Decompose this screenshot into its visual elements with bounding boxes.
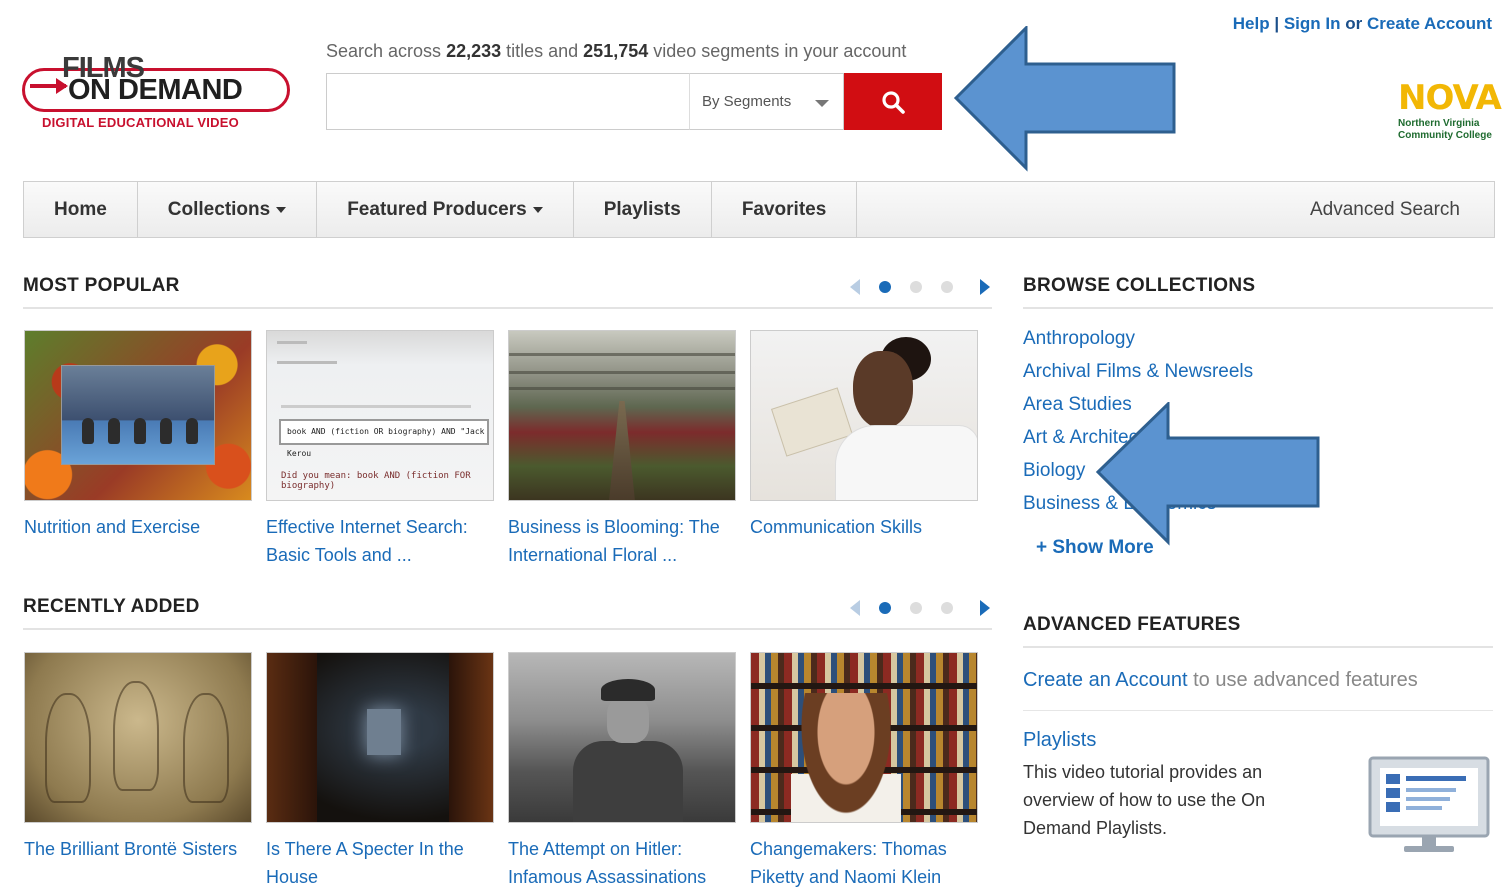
search-button[interactable] — [844, 73, 942, 130]
collection-link-anthropology[interactable]: Anthropology — [1023, 328, 1135, 350]
nav-favorites[interactable]: Favorites — [712, 182, 858, 237]
pager-dot[interactable] — [941, 602, 953, 614]
advanced-features-title: ADVANCED FEATURES — [1023, 614, 1241, 635]
pager-dot[interactable] — [941, 281, 953, 293]
help-link[interactable]: Help — [1233, 14, 1270, 33]
search-scope-select[interactable]: By Segments — [689, 73, 844, 130]
video-card[interactable]: The Brilliant Brontë Sisters — [24, 652, 252, 863]
search-icon — [882, 91, 905, 114]
video-card[interactable]: Changemakers: Thomas Piketty and Naomi K… — [750, 652, 978, 889]
logo-tagline: DIGITAL EDUCATIONAL VIDEO — [42, 115, 239, 130]
video-title[interactable]: Is There A Specter In the House — [266, 835, 494, 889]
main-nav: Home Collections Featured Producers Play… — [23, 181, 1495, 238]
caret-down-icon — [532, 206, 543, 213]
create-account-link[interactable]: Create Account — [1367, 14, 1492, 33]
thumb-search-text: book AND (fiction OR biography) AND "Jac… — [279, 419, 489, 458]
sign-in-link[interactable]: Sign In — [1284, 14, 1341, 33]
yoga-scene — [61, 365, 215, 465]
search-input[interactable] — [327, 74, 689, 129]
video-card[interactable]: book AND (fiction OR biography) AND "Jac… — [266, 330, 494, 569]
video-card[interactable]: The Attempt on Hitler: Infamous Assassin… — [508, 652, 736, 889]
institution-name: NOVA — [1398, 78, 1502, 118]
video-thumbnail[interactable] — [24, 330, 252, 501]
video-card[interactable]: Communication Skills — [750, 330, 978, 541]
arrow-left-icon — [953, 26, 1176, 172]
video-title[interactable]: Effective Internet Search: Basic Tools a… — [266, 513, 494, 569]
logo-arrow-icon — [30, 78, 68, 94]
pager-next-icon[interactable] — [980, 600, 990, 616]
browse-collections-title: BROWSE COLLECTIONS — [1023, 275, 1256, 296]
segments-count: 251,754 — [583, 41, 649, 61]
video-title[interactable]: Changemakers: Thomas Piketty and Naomi K… — [750, 835, 978, 889]
video-thumbnail[interactable] — [750, 330, 978, 501]
search-scope-value: By Segments — [702, 93, 792, 110]
search-caption: Search across 22,233 titles and 251,754 … — [326, 41, 907, 61]
search-box — [326, 73, 689, 130]
top-links: Help | Sign In or Create Account — [1232, 14, 1492, 33]
video-card[interactable]: Is There A Specter In the House — [266, 652, 494, 889]
annotation-arrow-biology — [1095, 402, 1320, 546]
pager-prev-icon[interactable] — [850, 279, 860, 295]
playlists-feature-link[interactable]: Playlists — [1023, 729, 1096, 752]
pager-dot[interactable] — [879, 281, 891, 293]
divider — [1023, 710, 1493, 711]
most-popular-title: MOST POPULAR — [23, 275, 180, 296]
divider — [23, 628, 992, 630]
nav-playlists[interactable]: Playlists — [574, 182, 712, 237]
nav-collections[interactable]: Collections — [138, 182, 318, 237]
video-thumbnail[interactable] — [750, 652, 978, 823]
logo-ondemand-text: ON DEMAND — [68, 74, 243, 106]
nav-advanced-search[interactable]: Advanced Search — [1310, 182, 1494, 237]
video-thumbnail[interactable] — [508, 652, 736, 823]
video-card[interactable]: Business is Blooming: The International … — [508, 330, 736, 569]
video-thumbnail[interactable]: book AND (fiction OR biography) AND "Jac… — [266, 330, 494, 501]
video-title[interactable]: The Attempt on Hitler: Infamous Assassin… — [508, 835, 736, 889]
create-account-prompt: Create an Account to use advanced featur… — [1023, 669, 1418, 691]
divider — [1023, 646, 1493, 648]
pager-next-icon[interactable] — [980, 279, 990, 295]
video-card[interactable]: Nutrition and Exercise — [24, 330, 252, 541]
films-on-demand-logo[interactable]: FILMS ON DEMAND DIGITAL EDUCATIONAL VIDE… — [22, 52, 292, 132]
nav-home[interactable]: Home — [24, 182, 138, 237]
video-thumbnail[interactable] — [24, 652, 252, 823]
institution-line1: Northern Virginia — [1398, 118, 1480, 129]
video-title[interactable]: Business is Blooming: The International … — [508, 513, 736, 569]
video-title[interactable]: Nutrition and Exercise — [24, 513, 252, 541]
nav-featured-producers[interactable]: Featured Producers — [317, 182, 574, 237]
create-account-feature-link[interactable]: Create an Account — [1023, 669, 1188, 691]
caret-down-icon — [276, 206, 287, 213]
institution-line2: Community College — [1398, 130, 1492, 141]
pager-dot[interactable] — [910, 281, 922, 293]
most-popular-pager — [850, 276, 990, 296]
recently-added-pager — [850, 597, 990, 617]
divider — [1023, 307, 1493, 309]
video-title[interactable]: Communication Skills — [750, 513, 978, 541]
pager-dot[interactable] — [879, 602, 891, 614]
annotation-arrow-search — [953, 26, 1176, 172]
thumb-did-you-mean: Did you mean: book AND (fiction FOR biog… — [281, 471, 471, 491]
recently-added-title: RECENTLY ADDED — [23, 596, 200, 617]
arrow-left-icon — [1095, 402, 1320, 546]
divider — [23, 307, 992, 309]
pager-dot[interactable] — [910, 602, 922, 614]
video-thumbnail[interactable] — [266, 652, 494, 823]
playlists-description: This video tutorial provides an overview… — [1023, 762, 1266, 838]
video-title[interactable]: The Brilliant Brontë Sisters — [24, 835, 252, 863]
collection-link-biology[interactable]: Biology — [1023, 460, 1085, 482]
pager-prev-icon[interactable] — [850, 600, 860, 616]
titles-count: 22,233 — [446, 41, 502, 61]
monitor-icon[interactable] — [1368, 756, 1492, 856]
video-thumbnail[interactable] — [508, 330, 736, 501]
chevron-down-icon — [815, 100, 829, 107]
collection-link-archival-films[interactable]: Archival Films & Newsreels — [1023, 361, 1253, 383]
institution-logo: NOVA Northern Virginia Community College — [1398, 78, 1502, 142]
